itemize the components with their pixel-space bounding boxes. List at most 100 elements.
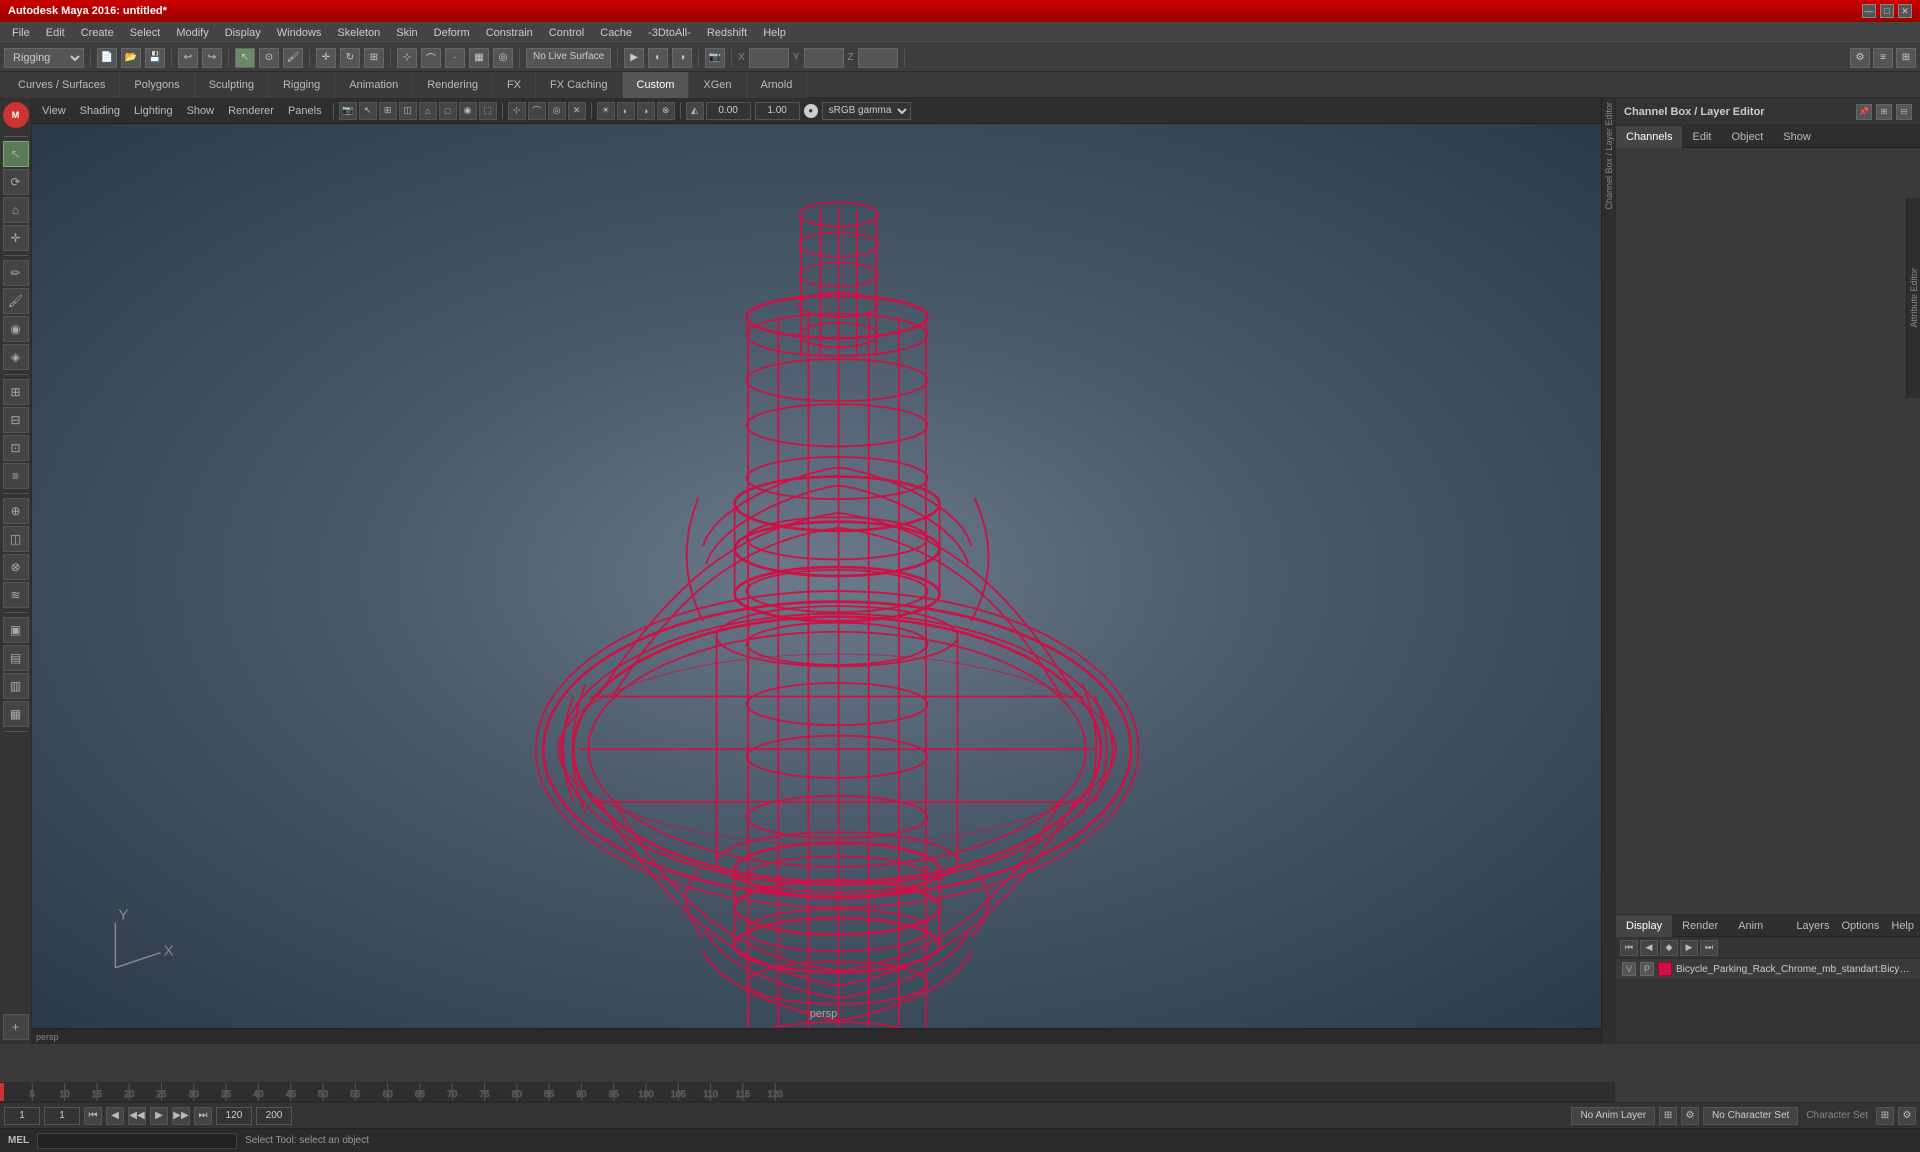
maximize-button[interactable]: □ <box>1880 4 1894 18</box>
snap-grid-button[interactable]: ⊹ <box>397 48 417 68</box>
menu-display[interactable]: Display <box>217 25 269 41</box>
y-field[interactable] <box>804 48 844 68</box>
tab-animation[interactable]: Animation <box>335 72 413 98</box>
gamma-select[interactable]: sRGB gamma Linear <box>822 102 911 120</box>
menu-edit[interactable]: Edit <box>38 25 73 41</box>
adjust3-icon[interactable]: ⊗ <box>3 554 29 580</box>
channel-tab-channels[interactable]: Channels <box>1616 126 1682 148</box>
menu-control[interactable]: Control <box>541 25 592 41</box>
move-tool-button[interactable]: ✛ <box>316 48 336 68</box>
channel-tab-edit[interactable]: Edit <box>1682 126 1721 148</box>
tab-polygons[interactable]: Polygons <box>120 72 194 98</box>
scale-tool-button[interactable]: ⊞ <box>364 48 384 68</box>
layer-playback-check[interactable]: P <box>1640 962 1654 976</box>
select-icon[interactable]: ↖ <box>3 141 29 167</box>
render3-icon[interactable]: ▥ <box>3 673 29 699</box>
diamond-icon[interactable]: ◈ <box>3 344 29 370</box>
menu-select[interactable]: Select <box>122 25 169 41</box>
vp-snap1-icon[interactable]: ⊹ <box>508 102 526 120</box>
vp-select4-icon[interactable]: ⌂ <box>419 102 437 120</box>
go-to-start-button[interactable]: ⏮ <box>84 1107 102 1125</box>
quick-layout-button[interactable]: ⊞ <box>1896 48 1916 68</box>
collapse-icon[interactable]: ⊟ <box>1896 104 1912 120</box>
sculpt-icon[interactable]: ◉ <box>3 316 29 342</box>
z-field[interactable] <box>858 48 898 68</box>
tab-custom[interactable]: Custom <box>623 72 690 98</box>
brush-icon[interactable]: 🖌 <box>3 288 29 314</box>
panel3-icon[interactable]: ⊡ <box>3 435 29 461</box>
vp-snap2-icon[interactable]: ⌒ <box>528 102 546 120</box>
lasso-icon[interactable]: ⟳ <box>3 169 29 195</box>
menu-redshift[interactable]: Redshift <box>699 25 755 41</box>
menu-skin[interactable]: Skin <box>388 25 425 41</box>
vp-gamma-field[interactable] <box>755 102 800 120</box>
panel1-icon[interactable]: ⊞ <box>3 379 29 405</box>
snap-curve-button[interactable]: ⌒ <box>421 48 441 68</box>
camera-button[interactable]: 📷 <box>705 48 725 68</box>
anim-layer-opt-icon[interactable]: ⚙ <box>1681 1107 1699 1125</box>
display-render-button[interactable]: ◑ <box>672 48 692 68</box>
vp-menu-show[interactable]: Show <box>181 103 221 119</box>
viewport-canvas[interactable]: .wire { stroke: #cc1144; stroke-width: 1… <box>32 124 1615 1028</box>
menu-3dto[interactable]: -3DtoAll- <box>640 25 699 41</box>
vp-exposure-field[interactable] <box>706 102 751 120</box>
pencil-icon[interactable]: ✏ <box>3 260 29 286</box>
panel4-icon[interactable]: ≡ <box>3 463 29 489</box>
paint-select-icon[interactable]: ⌂ <box>3 197 29 223</box>
layer-tab-anim[interactable]: Anim <box>1728 915 1773 937</box>
menu-create[interactable]: Create <box>73 25 122 41</box>
ipr-button[interactable]: ◐ <box>648 48 668 68</box>
current-frame-field[interactable] <box>4 1107 40 1125</box>
panel2-icon[interactable]: ⊟ <box>3 407 29 433</box>
char-set-button[interactable]: No Character Set <box>1703 1107 1798 1125</box>
vp-camera-icon[interactable]: 📷 <box>339 102 357 120</box>
rotate-tool-button[interactable]: ↻ <box>340 48 360 68</box>
render1-icon[interactable]: ▣ <box>3 617 29 643</box>
menu-cache[interactable]: Cache <box>592 25 640 41</box>
char-set-icon[interactable]: ⊞ <box>1876 1107 1894 1125</box>
anim-layer-button[interactable]: No Anim Layer <box>1571 1107 1655 1125</box>
minimize-button[interactable]: — <box>1862 4 1876 18</box>
vp-select2-icon[interactable]: ⊞ <box>379 102 397 120</box>
next-frame-button[interactable]: ▶▶ <box>172 1107 190 1125</box>
timeline-ruler[interactable]: 5 10 15 20 25 30 35 40 45 50 5 <box>0 1083 1615 1101</box>
attribute-editor-tab[interactable]: Attribute Editor <box>1906 198 1920 398</box>
save-file-button[interactable]: 💾 <box>145 48 165 68</box>
vp-menu-lighting[interactable]: Lighting <box>128 103 179 119</box>
adjust2-icon[interactable]: ◫ <box>3 526 29 552</box>
layer-next-next-btn[interactable]: ⏭ <box>1700 940 1718 956</box>
tab-arnold[interactable]: Arnold <box>747 72 808 98</box>
layer-help-btn[interactable]: Help <box>1885 918 1920 934</box>
anim-layer-icon[interactable]: ⊞ <box>1659 1107 1677 1125</box>
settings-button[interactable]: ⚙ <box>1850 48 1870 68</box>
adjust4-icon[interactable]: ≋ <box>3 582 29 608</box>
vp-select1-icon[interactable]: ↖ <box>359 102 377 120</box>
select-tool-button[interactable]: ↖ <box>235 48 255 68</box>
layer-prev-btn[interactable]: ◀ <box>1640 940 1658 956</box>
close-button[interactable]: ✕ <box>1898 4 1912 18</box>
adjust1-icon[interactable]: ⊕ <box>3 498 29 524</box>
render2-icon[interactable]: ▤ <box>3 645 29 671</box>
play-end-field[interactable] <box>256 1107 292 1125</box>
open-file-button[interactable]: 📂 <box>121 48 141 68</box>
vp-light3-icon[interactable]: ◑ <box>637 102 655 120</box>
tab-fx[interactable]: FX <box>493 72 536 98</box>
snap-surface-button[interactable]: ▦ <box>469 48 489 68</box>
vp-light1-icon[interactable]: ☀ <box>597 102 615 120</box>
prev-frame-button[interactable]: ◀ <box>106 1107 124 1125</box>
redo-button[interactable]: ↪ <box>202 48 222 68</box>
menu-help[interactable]: Help <box>755 25 794 41</box>
lasso-tool-button[interactable]: ⊙ <box>259 48 279 68</box>
layer-key-btn[interactable]: ◆ <box>1660 940 1678 956</box>
menu-deform[interactable]: Deform <box>426 25 478 41</box>
vp-menu-shading[interactable]: Shading <box>74 103 126 119</box>
menu-modify[interactable]: Modify <box>168 25 216 41</box>
layer-options-btn[interactable]: Options <box>1835 918 1885 934</box>
move-icon[interactable]: ✛ <box>3 225 29 251</box>
play-backward-button[interactable]: ◀◀ <box>128 1107 146 1125</box>
menu-windows[interactable]: Windows <box>269 25 330 41</box>
range-end-field[interactable] <box>216 1107 252 1125</box>
tab-curves-surfaces[interactable]: Curves / Surfaces <box>4 72 120 98</box>
render4-icon[interactable]: ▦ <box>3 701 29 727</box>
vp-exp-icon[interactable]: ◭ <box>686 102 704 120</box>
